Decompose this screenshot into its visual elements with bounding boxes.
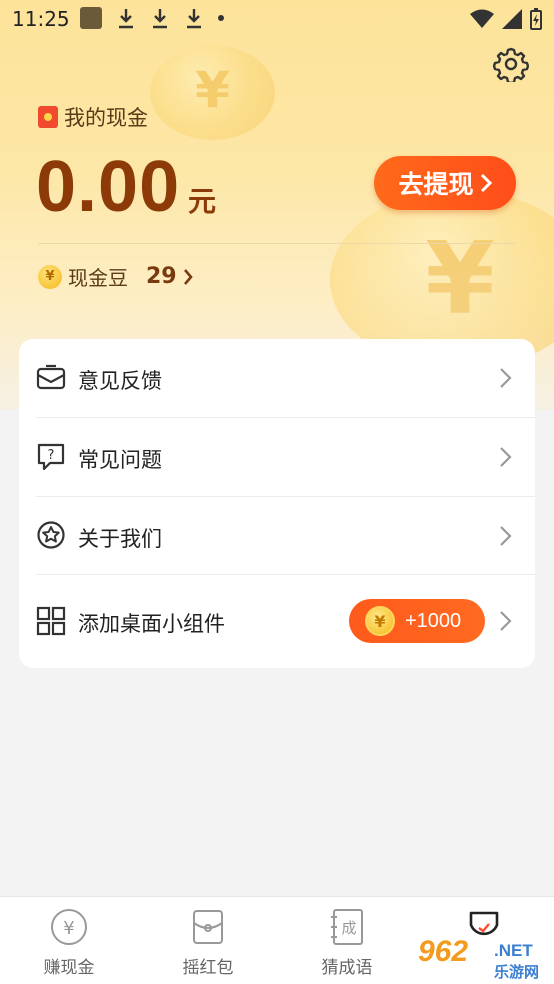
tab-label: 赚现金 (43, 958, 95, 978)
beans-label: 现金豆 (68, 266, 128, 290)
app-notification-icon (80, 7, 102, 29)
coin-symbol: ¥ (195, 61, 230, 119)
menu-item-faq[interactable]: ? 常见问题 (19, 418, 535, 496)
red-packet-icon (38, 106, 58, 128)
beans-count: 29 (146, 264, 177, 289)
tab-guess-idiom[interactable]: 成 猜成语 (287, 907, 407, 978)
yen-coin-icon: ¥ (365, 606, 395, 636)
chevron-right-icon (183, 268, 193, 285)
withdraw-label: 去提现 (398, 170, 474, 199)
watermark-number: 962 (418, 935, 469, 968)
tab-shake-redpacket[interactable]: 摇红包 (148, 907, 268, 978)
cash-title-label: 我的现金 (64, 106, 148, 130)
notification-icons (80, 6, 224, 30)
download-icon (187, 9, 201, 29)
menu-item-about[interactable]: 关于我们 (19, 497, 535, 575)
tab-earn-cash[interactable]: ¥ 赚现金 (9, 907, 129, 978)
menu-item-add-widget[interactable]: 添加桌面小组件 ¥ +1000 (19, 575, 535, 668)
tab-label: 摇红包 (182, 958, 234, 978)
cash-title: 我的现金 (38, 102, 148, 132)
star-circle-icon (37, 521, 65, 549)
battery-icon (530, 8, 542, 30)
status-bar: 11:25 (0, 0, 554, 40)
coin-symbol: ¥ (425, 220, 495, 337)
watermark-site-name: 乐游网 (494, 963, 540, 981)
settings-gear-icon[interactable] (493, 46, 529, 82)
withdraw-button[interactable]: 去提现 (374, 156, 516, 210)
site-watermark-logo: 962 .NET 乐游网 (418, 935, 550, 981)
chevron-right-icon (500, 368, 512, 388)
chevron-right-icon (500, 447, 512, 467)
wifi-icon (470, 9, 494, 28)
status-time: 11:25 (12, 7, 70, 31)
reward-amount: +1000 (405, 609, 462, 632)
signal-icon (502, 9, 522, 29)
yen-coin-icon: ¥ (51, 909, 87, 945)
bean-coin-icon: ¥ (38, 264, 62, 289)
menu-item-label: 添加桌面小组件 (78, 612, 225, 636)
system-icons (470, 8, 542, 30)
chevron-right-icon (500, 526, 512, 546)
svg-text:成: 成 (341, 919, 356, 937)
menu-item-label: 常见问题 (78, 448, 162, 472)
svg-text:¥: ¥ (63, 918, 74, 939)
decorative-coin-icon: ¥ (150, 45, 275, 140)
grid-widget-icon (36, 606, 66, 636)
svg-text:?: ? (48, 448, 55, 463)
mail-icon (36, 364, 66, 390)
menu-card: 意见反馈 ? 常见问题 关于我们 添加桌面小组件 ¥ +1000 (19, 339, 535, 668)
watermark-suffix: .NET (494, 941, 533, 960)
menu-item-label: 关于我们 (78, 527, 162, 551)
menu-item-feedback[interactable]: 意见反馈 (19, 339, 535, 417)
cash-beans-link[interactable]: ¥ 现金豆 29 (38, 262, 193, 291)
divider (38, 243, 516, 244)
cash-amount: 0.00 (36, 147, 181, 227)
question-bubble-icon: ? (37, 443, 65, 471)
phone-shake-icon (193, 910, 223, 944)
download-icon (119, 9, 133, 29)
download-icon (153, 9, 167, 29)
tab-label: 猜成语 (321, 958, 373, 978)
widget-reward-badge[interactable]: ¥ +1000 (349, 599, 485, 643)
book-idiom-icon: 成 (331, 909, 363, 945)
menu-item-label: 意见反馈 (78, 369, 162, 393)
chevron-right-icon (480, 173, 492, 193)
cash-unit: 元 (188, 185, 217, 218)
more-notifications-dot-icon (218, 15, 224, 21)
chevron-right-icon (500, 611, 512, 631)
